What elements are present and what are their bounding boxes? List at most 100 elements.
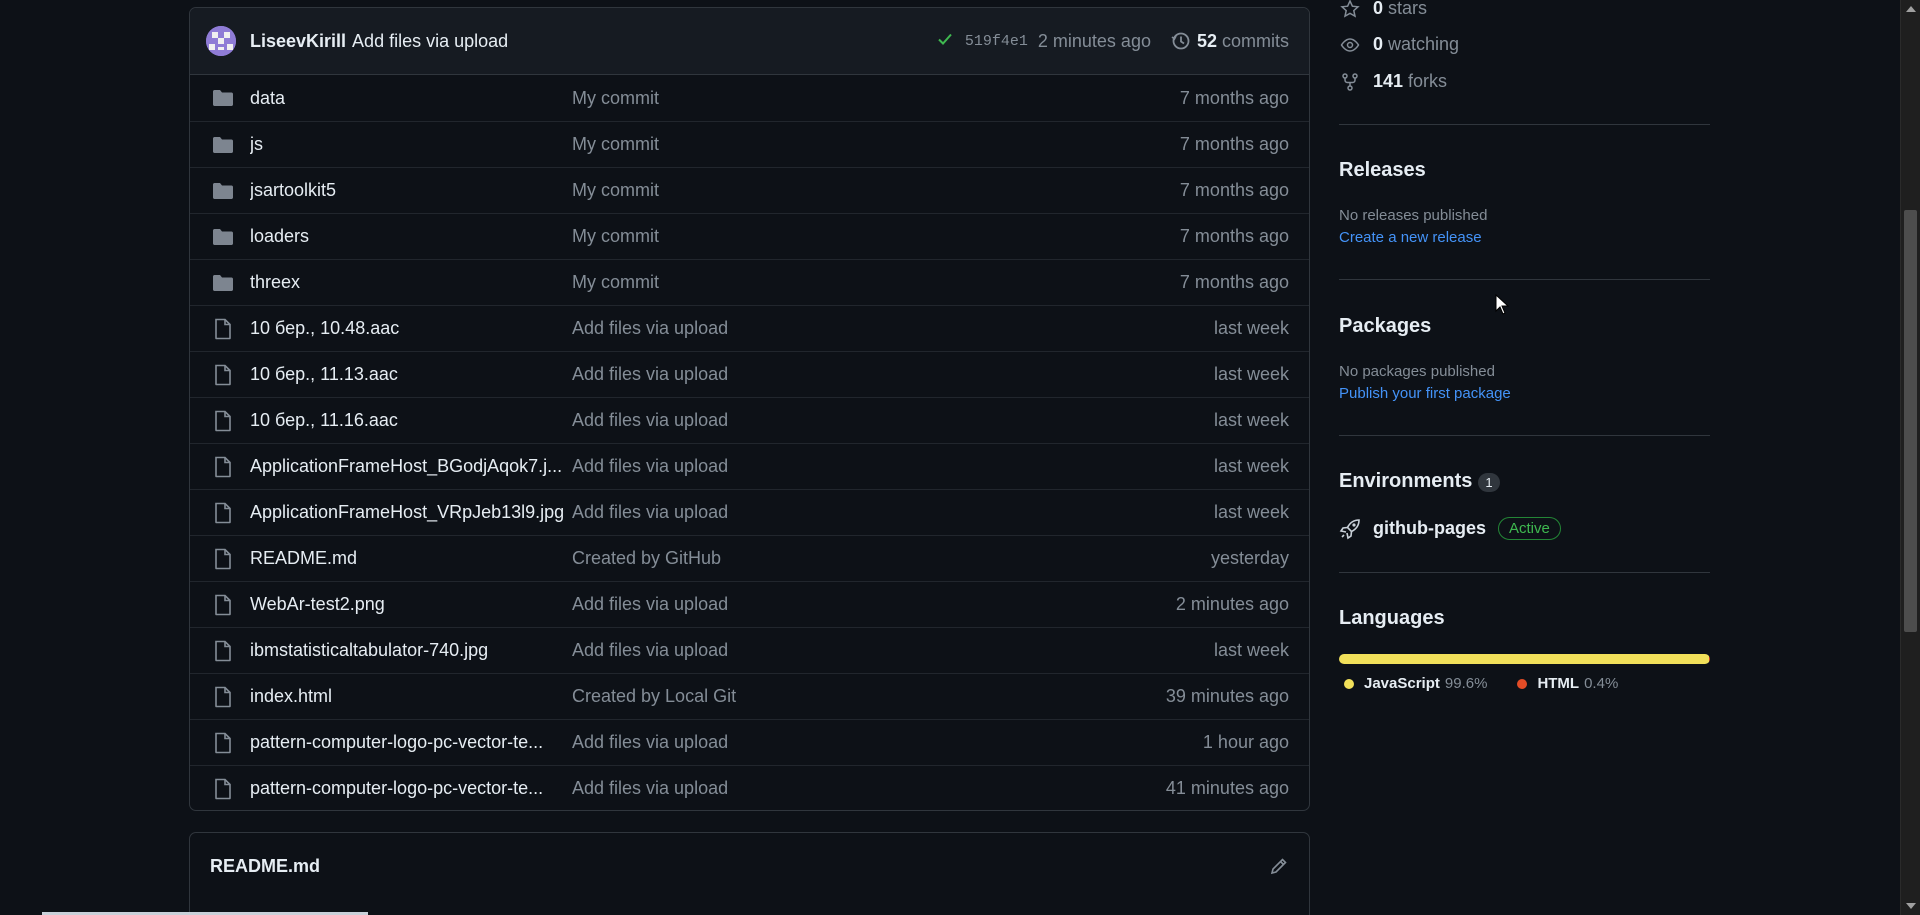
publish-package-link[interactable]: Publish your first package: [1339, 385, 1511, 402]
divider: [1339, 124, 1710, 125]
file-row[interactable]: ApplicationFrameHost_BGodjAqok7.j... Add …: [190, 443, 1309, 489]
pencil-icon[interactable]: [1269, 856, 1289, 876]
file-name-link[interactable]: threex: [250, 272, 572, 293]
file-name-link[interactable]: pattern-computer-logo-pc-vector-te...: [250, 778, 572, 799]
commit-message-link[interactable]: Add files via upload: [572, 778, 1166, 799]
file-row[interactable]: loaders My commit 7 months ago: [190, 213, 1309, 259]
eye-icon: [1339, 35, 1361, 55]
file-row[interactable]: pattern-computer-logo-pc-vector-te... Add…: [190, 765, 1309, 810]
language-color-dot: [1517, 678, 1528, 689]
file-name-link[interactable]: README.md: [250, 548, 572, 569]
language-bar[interactable]: [1339, 654, 1710, 664]
language-bar-segment: [1708, 654, 1710, 664]
scrollbar-thumb[interactable]: [1904, 210, 1917, 632]
commit-message-link[interactable]: My commit: [572, 88, 1180, 109]
commit-age: last week: [1213, 502, 1289, 522]
packages-heading[interactable]: Packages: [1339, 315, 1431, 338]
file-name-link[interactable]: index.html: [250, 686, 572, 707]
commit-message-link[interactable]: Add files via upload: [572, 640, 1214, 661]
scroll-up-arrow-icon[interactable]: [1906, 6, 1916, 12]
file-row[interactable]: js My commit 7 months ago: [190, 121, 1309, 167]
commit-message-link[interactable]: My commit: [572, 226, 1180, 247]
divider: [1339, 435, 1710, 436]
commit-message-link[interactable]: My commit: [572, 180, 1180, 201]
page-scrollbar[interactable]: [1900, 0, 1920, 915]
commit-message-link[interactable]: My commit: [572, 272, 1180, 293]
environment-name-link[interactable]: github-pages: [1373, 518, 1486, 539]
releases-heading[interactable]: Releases: [1339, 159, 1426, 182]
file-row[interactable]: pattern-computer-logo-pc-vector-te... Add…: [190, 719, 1309, 765]
folder-icon: [210, 134, 236, 156]
commit-age: 7 months ago: [1179, 226, 1289, 246]
file-row[interactable]: jsartoolkit5 My commit 7 months ago: [190, 167, 1309, 213]
environment-item: github-pages Active: [1339, 517, 1561, 540]
forks-count: 141: [1373, 71, 1404, 91]
file-row[interactable]: 10 бер., 10.48.aac Add files via upload la…: [190, 305, 1309, 351]
file-name-link[interactable]: ibmstatisticaltabulator-740.jpg: [250, 640, 572, 661]
commit-message-link[interactable]: Add files via upload: [572, 318, 1214, 339]
file-icon: [210, 318, 236, 340]
file-row[interactable]: 10 бер., 11.13.aac Add files via upload la…: [190, 351, 1309, 397]
commit-author-link[interactable]: LiseevKirill: [250, 31, 346, 52]
stars-stat[interactable]: 0 stars: [1339, 0, 1427, 27]
file-row[interactable]: WebAr-test2.png Add files via upload 2 min…: [190, 581, 1309, 627]
check-icon[interactable]: [937, 31, 953, 52]
file-list: data My commit 7 months ago js My commit 7 mo…: [190, 75, 1309, 810]
file-name-link[interactable]: ApplicationFrameHost_VRpJeb13l9.jpg: [250, 502, 572, 523]
file-row[interactable]: index.html Created by Local Git 39 minutes…: [190, 673, 1309, 719]
file-name-link[interactable]: pattern-computer-logo-pc-vector-te...: [250, 732, 572, 753]
file-name-link[interactable]: js: [250, 134, 572, 155]
rocket-icon: [1339, 518, 1361, 540]
file-row[interactable]: README.md Created by GitHub yesterday: [190, 535, 1309, 581]
commit-message-link[interactable]: Add files via upload: [572, 410, 1214, 431]
create-release-link[interactable]: Create a new release: [1339, 229, 1482, 246]
commit-age: 2 minutes ago: [1175, 594, 1289, 614]
file-row[interactable]: ibmstatisticaltabulator-740.jpg Add files…: [190, 627, 1309, 673]
commit-message-link[interactable]: Add files via upload: [572, 456, 1214, 477]
file-name-link[interactable]: loaders: [250, 226, 572, 247]
commit-time: 2 minutes ago: [1037, 30, 1151, 51]
forks-stat[interactable]: 141 forks: [1339, 63, 1447, 100]
scroll-down-arrow-icon[interactable]: [1906, 903, 1916, 909]
commit-message-link[interactable]: Created by Local Git: [572, 686, 1166, 707]
file-row[interactable]: threex My commit 7 months ago: [190, 259, 1309, 305]
commit-message-link[interactable]: My commit: [572, 134, 1180, 155]
watching-stat[interactable]: 0 watching: [1339, 26, 1459, 63]
file-row[interactable]: ApplicationFrameHost_VRpJeb13l9.jpg Add f…: [190, 489, 1309, 535]
language-color-dot: [1344, 678, 1354, 689]
commit-age: yesterday: [1210, 548, 1289, 568]
avatar[interactable]: [206, 26, 236, 56]
file-name-link[interactable]: WebAr-test2.png: [250, 594, 572, 615]
commit-message-link[interactable]: Add files via upload: [572, 364, 1214, 385]
commit-sha-link[interactable]: 519f4e1: [965, 33, 1028, 50]
commit-message-link[interactable]: Add files via upload: [572, 594, 1176, 615]
readme-title[interactable]: README.md: [210, 856, 320, 877]
language-item[interactable]: JavaScript 99.6%: [1344, 675, 1517, 692]
file-icon: [210, 686, 236, 708]
commit-age: 7 months ago: [1179, 134, 1289, 154]
environments-heading[interactable]: Environments: [1339, 470, 1472, 492]
commit-message-link[interactable]: Add files via upload: [572, 732, 1203, 753]
folder-icon: [210, 226, 236, 248]
history-icon[interactable]: [1171, 31, 1191, 51]
commit-message-link[interactable]: Add files via upload: [352, 31, 508, 52]
stars-count: 0: [1373, 0, 1384, 18]
forks-label: forks: [1408, 71, 1448, 91]
file-name-link[interactable]: 10 бер., 11.13.aac: [250, 364, 572, 385]
file-row[interactable]: data My commit 7 months ago: [190, 75, 1309, 121]
file-name-link[interactable]: data: [250, 88, 572, 109]
language-name: JavaScript: [1364, 675, 1440, 692]
commits-count[interactable]: 52: [1197, 31, 1217, 52]
file-name-link[interactable]: 10 бер., 10.48.aac: [250, 318, 572, 339]
file-name-link[interactable]: 10 бер., 11.16.aac: [250, 410, 572, 431]
commits-label[interactable]: commits: [1222, 31, 1289, 52]
file-name-link[interactable]: ApplicationFrameHost_BGodjAqok7.j...: [250, 456, 572, 477]
commit-age: 41 minutes ago: [1165, 778, 1289, 798]
commit-age: last week: [1213, 318, 1289, 338]
commit-message-link[interactable]: Add files via upload: [572, 502, 1214, 523]
file-name-link[interactable]: jsartoolkit5: [250, 180, 572, 201]
commit-message-link[interactable]: Created by GitHub: [572, 548, 1211, 569]
file-row[interactable]: 10 бер., 11.16.aac Add files via upload la…: [190, 397, 1309, 443]
releases-empty-text: No releases published: [1339, 207, 1488, 224]
language-item[interactable]: HTML 0.4%: [1517, 675, 1648, 692]
